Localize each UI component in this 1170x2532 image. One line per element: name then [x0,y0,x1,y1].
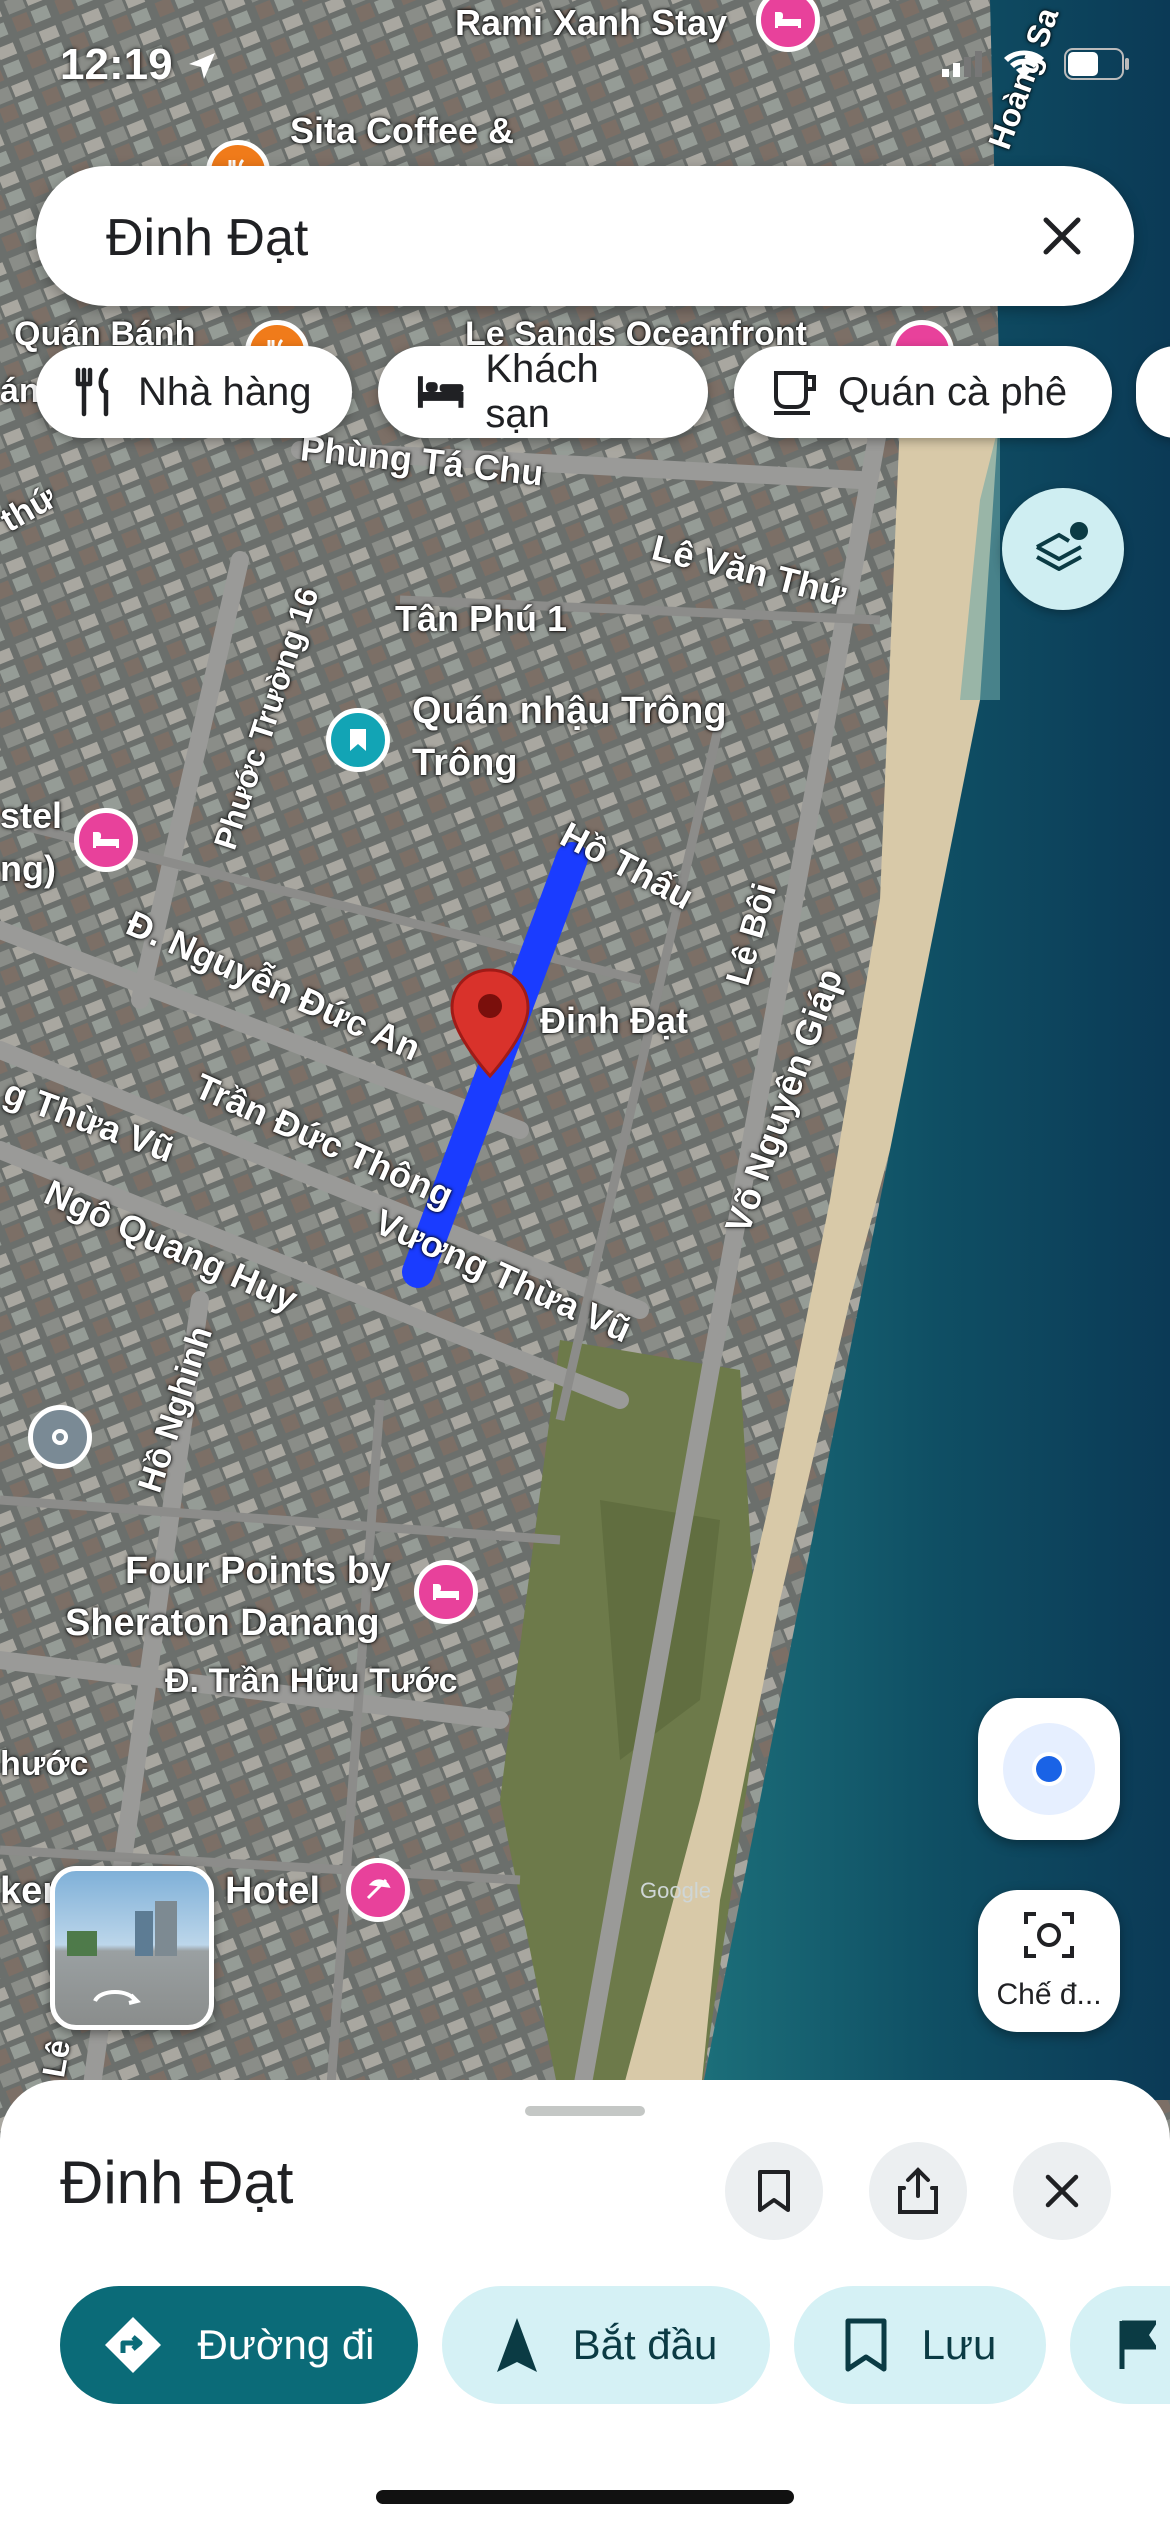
beach-marker-icon[interactable] [346,1858,410,1922]
bookmark-marker-icon[interactable] [326,708,390,772]
navigation-arrow-icon [496,2318,537,2372]
bed-icon [417,376,464,408]
status-time: 12:19 [60,40,173,89]
close-icon [1045,2174,1079,2208]
location-pin-icon[interactable] [448,968,532,1080]
save-label: Lưu [921,2321,997,2368]
search-query[interactable]: Đinh Đạt [106,208,308,268]
start-label: Bắt đầu [572,2321,718,2368]
live-view-label: Chế đ... [996,1978,1102,2011]
clear-search-icon[interactable] [1038,212,1086,260]
place-label[interactable]: Quán nhậu Trông [412,690,727,733]
hotel-marker-icon[interactable] [414,1560,478,1624]
close-sheet-button[interactable] [1013,2142,1111,2240]
place-label[interactable]: Four Points by [125,1550,391,1593]
directions-button[interactable]: Đường đi [60,2286,418,2404]
home-indicator [376,2490,794,2504]
street-view-image [67,1901,177,2005]
wifi-icon [1004,50,1044,78]
layers-icon [1036,522,1088,571]
street-label: Đ. Trần Hữu Tước [165,1662,458,1700]
street-view-thumbnail[interactable] [50,1866,214,2030]
directions-icon [105,2317,162,2373]
live-view-button[interactable]: Chế đ... [978,1890,1120,2032]
place-marker-icon[interactable] [28,1405,92,1469]
share-icon [898,2167,938,2214]
street-label: hước [0,1745,89,1783]
chip-restaurants[interactable]: Nhà hàng [36,346,352,438]
chip-label: Khách sạn [485,347,599,436]
search-bar[interactable]: Đinh Đạt [36,166,1134,306]
save-icon-button[interactable] [725,2142,823,2240]
bookmark-icon [845,2318,887,2372]
street-label: Lê [35,2036,78,2080]
layers-button[interactable] [1002,488,1124,610]
chip-label: Quán cà phê [838,369,1068,414]
status-icons [940,48,1130,80]
place-label: stel [0,795,63,836]
place-label[interactable]: Hotel [225,1870,320,1913]
chip-cafes[interactable]: Quán cà phê [734,346,1112,438]
location-services-icon [188,53,215,79]
place-label[interactable]: Trông [412,742,518,785]
battery-icon [1064,48,1129,80]
hotel-marker-icon[interactable] [74,808,138,872]
fork-knife-icon [75,367,109,417]
street-label: Tân Phú 1 [395,598,568,639]
start-button[interactable]: Bắt đầu [442,2286,770,2404]
coffee-cup-icon [774,371,816,415]
directions-label: Đường đi [197,2321,375,2368]
bookmark-icon [758,2170,790,2212]
map-watermark: Google [640,1878,711,1903]
chip-label: Nhà hàng [138,369,312,414]
save-button[interactable]: Lưu [794,2286,1046,2404]
camera-icon [1024,1912,1074,1958]
my-location-icon [1003,1723,1095,1815]
chip-hotels[interactable]: Khách sạn [378,346,708,438]
flag-icon [1119,2320,1156,2369]
place-label[interactable]: Sita Coffee & [290,110,514,152]
street-label: Đinh Đạt [540,1000,688,1041]
my-location-button[interactable] [978,1698,1120,1840]
signal-icon [942,51,982,77]
place-title: Đinh Đạt [60,2149,294,2216]
drag-handle[interactable] [525,2106,645,2116]
place-label[interactable]: Sheraton Danang [65,1602,380,1645]
status-bar: 12:19 [60,40,219,90]
place-label: án [0,372,40,410]
place-label[interactable]: Rami Xanh Stay [455,2,727,44]
place-label: ng) [0,848,56,889]
share-button[interactable] [869,2142,967,2240]
